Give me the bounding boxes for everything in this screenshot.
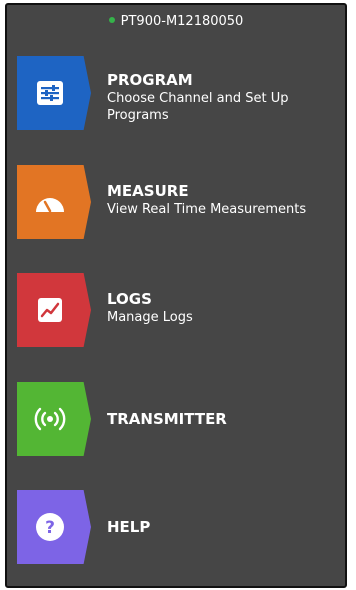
help-text: HELP [107, 517, 150, 537]
help-title: HELP [107, 518, 151, 536]
program-title: PROGRAM [107, 71, 193, 89]
program-text: PROGRAM Choose Channel and Set Up Progra… [107, 70, 297, 124]
device-status: PT900-M12180050 [7, 13, 345, 31]
menu-item-help[interactable]: ? HELP [17, 490, 337, 564]
measure-title: MEASURE [107, 182, 189, 200]
broadcast-icon [34, 407, 66, 431]
menu-item-transmitter[interactable]: TRANSMITTER [17, 382, 337, 456]
question-icon: ? [36, 513, 64, 541]
logs-title: LOGS [107, 290, 152, 308]
transmitter-tile[interactable] [17, 382, 91, 456]
help-tile[interactable]: ? [17, 490, 91, 564]
chart-icon [38, 298, 62, 322]
menu-item-program[interactable]: PROGRAM Choose Channel and Set Up Progra… [17, 56, 337, 130]
measure-tile[interactable] [17, 165, 91, 239]
program-tile[interactable] [17, 56, 91, 130]
logs-text: LOGS Manage Logs [107, 289, 193, 326]
settings-sliders-icon [37, 81, 63, 105]
program-subtitle: Choose Channel and Set Up Programs [107, 91, 289, 123]
menu-item-measure[interactable]: MEASURE View Real Time Measurements [17, 165, 337, 239]
logs-subtitle: Manage Logs [107, 310, 193, 325]
logs-tile[interactable] [17, 273, 91, 347]
menu-item-logs[interactable]: LOGS Manage Logs [17, 273, 337, 347]
measure-subtitle: View Real Time Measurements [107, 202, 307, 217]
transmitter-title: TRANSMITTER [107, 410, 227, 428]
transmitter-text: TRANSMITTER [107, 409, 227, 429]
measure-text: MEASURE View Real Time Measurements [107, 181, 306, 218]
connection-status-dot [108, 16, 115, 23]
app-screen: PT900-M12180050 PROGRAM Choose Channel a… [5, 3, 347, 588]
svg-text:?: ? [45, 518, 55, 538]
gauge-icon [36, 198, 64, 213]
device-name: PT900-M12180050 [120, 14, 244, 29]
